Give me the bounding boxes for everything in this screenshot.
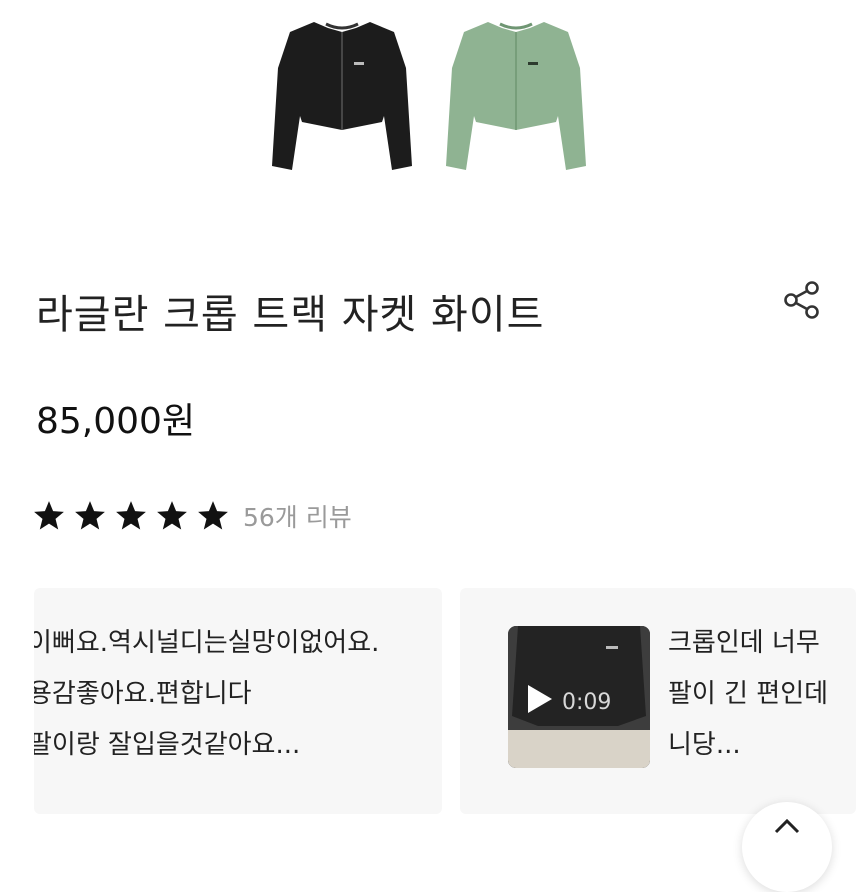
star-rating	[32, 499, 237, 533]
star-icon	[198, 501, 228, 530]
review-line: 니당...	[668, 730, 741, 760]
play-icon	[528, 685, 552, 713]
star-icon	[157, 501, 187, 530]
review-text: 이뻐요.역시널디는실망이없어요. 용감좋아요.편합니다 팔이랑 잘입을것같아요.…	[34, 618, 379, 771]
video-duration: 0:09	[562, 690, 612, 715]
review-text: 크롭인데 너무 팔이 긴 편인데 니당...	[668, 618, 828, 771]
product-title: 라글란 크롭 트랙 자켓 화이트	[36, 292, 545, 338]
review-line: 용감좋아요.편합니다	[34, 679, 252, 709]
share-button[interactable]	[782, 279, 824, 321]
review-line: 크롭인데 너무	[668, 628, 820, 658]
review-line: 팔이 긴 편인데	[668, 679, 829, 709]
product-price: 85,000원	[36, 401, 196, 442]
review-card-video[interactable]: 0:09 크롭인데 너무 팔이 긴 편인데 니당...	[460, 588, 856, 814]
review-card[interactable]: 이뻐요.역시널디는실망이없어요. 용감좋아요.편합니다 팔이랑 잘입을것같아요.…	[34, 588, 442, 814]
jacket-green-image	[446, 22, 586, 170]
rating-row[interactable]: 56개 리뷰	[32, 498, 352, 534]
product-image[interactable]	[0, 0, 856, 240]
star-icon	[34, 501, 64, 530]
chevron-up-icon	[774, 818, 800, 834]
jacket-black-image	[272, 22, 412, 170]
review-line: 팔이랑 잘입을것같아요...	[34, 730, 301, 760]
review-count-link[interactable]: 56개 리뷰	[243, 498, 352, 534]
review-line: 이뻐요.역시널디는실망이없어요.	[34, 628, 380, 658]
review-video-thumbnail[interactable]: 0:09	[508, 626, 650, 768]
star-icon	[75, 501, 105, 530]
star-icon	[116, 501, 146, 530]
share-icon	[784, 281, 819, 319]
scroll-top-button[interactable]	[742, 802, 832, 892]
